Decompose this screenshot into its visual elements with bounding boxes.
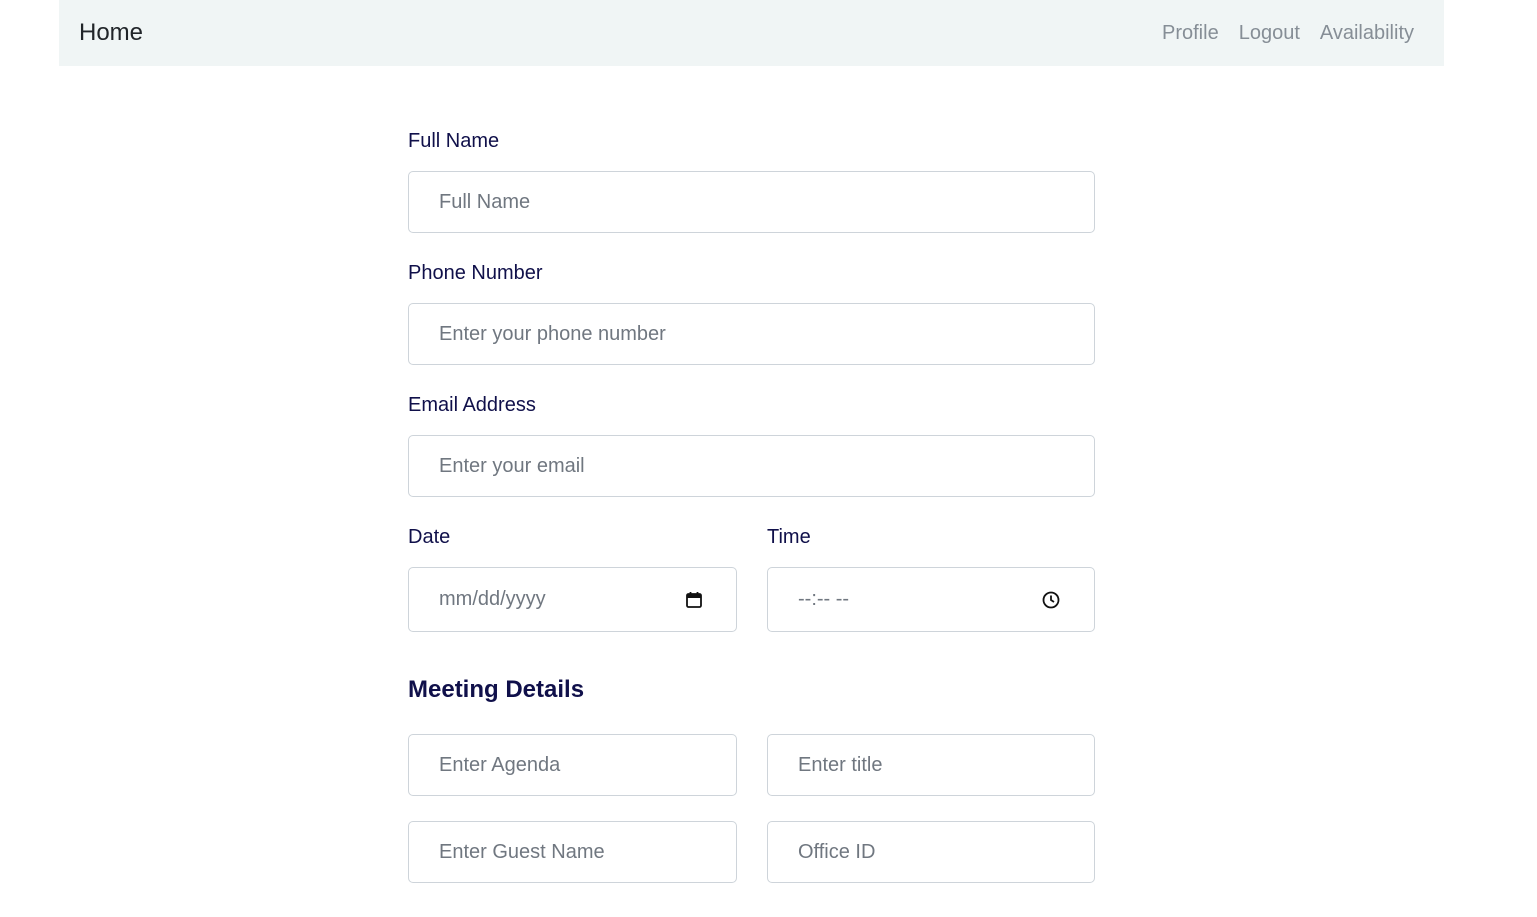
office-id-placeholder: Office ID: [798, 840, 876, 863]
meeting-title-placeholder: Enter title: [798, 753, 883, 776]
meeting-title-input[interactable]: Enter title: [767, 734, 1095, 796]
date-label: Date: [408, 526, 451, 548]
date-placeholder: mm/dd/yyyy: [439, 588, 546, 610]
time-label: Time: [767, 526, 811, 548]
phone-placeholder: Enter your phone number: [439, 322, 666, 345]
email-input[interactable]: Enter your email: [408, 435, 1095, 497]
guest-name-placeholder: Enter Guest Name: [439, 840, 605, 863]
agenda-input[interactable]: Enter Agenda: [408, 734, 737, 796]
full-name-input[interactable]: Full Name: [408, 171, 1095, 233]
calendar-icon[interactable]: [685, 591, 703, 609]
phone-input[interactable]: Enter your phone number: [408, 303, 1095, 365]
profile-link[interactable]: Profile: [1162, 22, 1219, 45]
guest-name-input[interactable]: Enter Guest Name: [408, 821, 737, 883]
full-name-label: Full Name: [408, 130, 500, 152]
navbar: Home Profile Logout Availability: [59, 0, 1444, 66]
office-id-input[interactable]: Office ID: [767, 821, 1095, 883]
phone-label: Phone Number: [408, 262, 543, 284]
logout-link[interactable]: Logout: [1239, 22, 1300, 45]
availability-link[interactable]: Availability: [1320, 22, 1414, 45]
agenda-placeholder: Enter Agenda: [439, 753, 561, 776]
clock-icon[interactable]: [1042, 591, 1060, 609]
time-input[interactable]: --:-- --: [767, 567, 1095, 632]
nav-links: Profile Logout Availability: [1162, 22, 1414, 45]
meeting-details-heading: Meeting Details: [408, 676, 585, 703]
email-placeholder: Enter your email: [439, 454, 585, 477]
time-placeholder: --:-- --: [798, 588, 850, 610]
date-input[interactable]: mm/dd/yyyy: [408, 567, 737, 632]
full-name-placeholder: Full Name: [439, 190, 531, 213]
email-label: Email Address: [408, 394, 536, 416]
home-link[interactable]: Home: [79, 19, 143, 47]
